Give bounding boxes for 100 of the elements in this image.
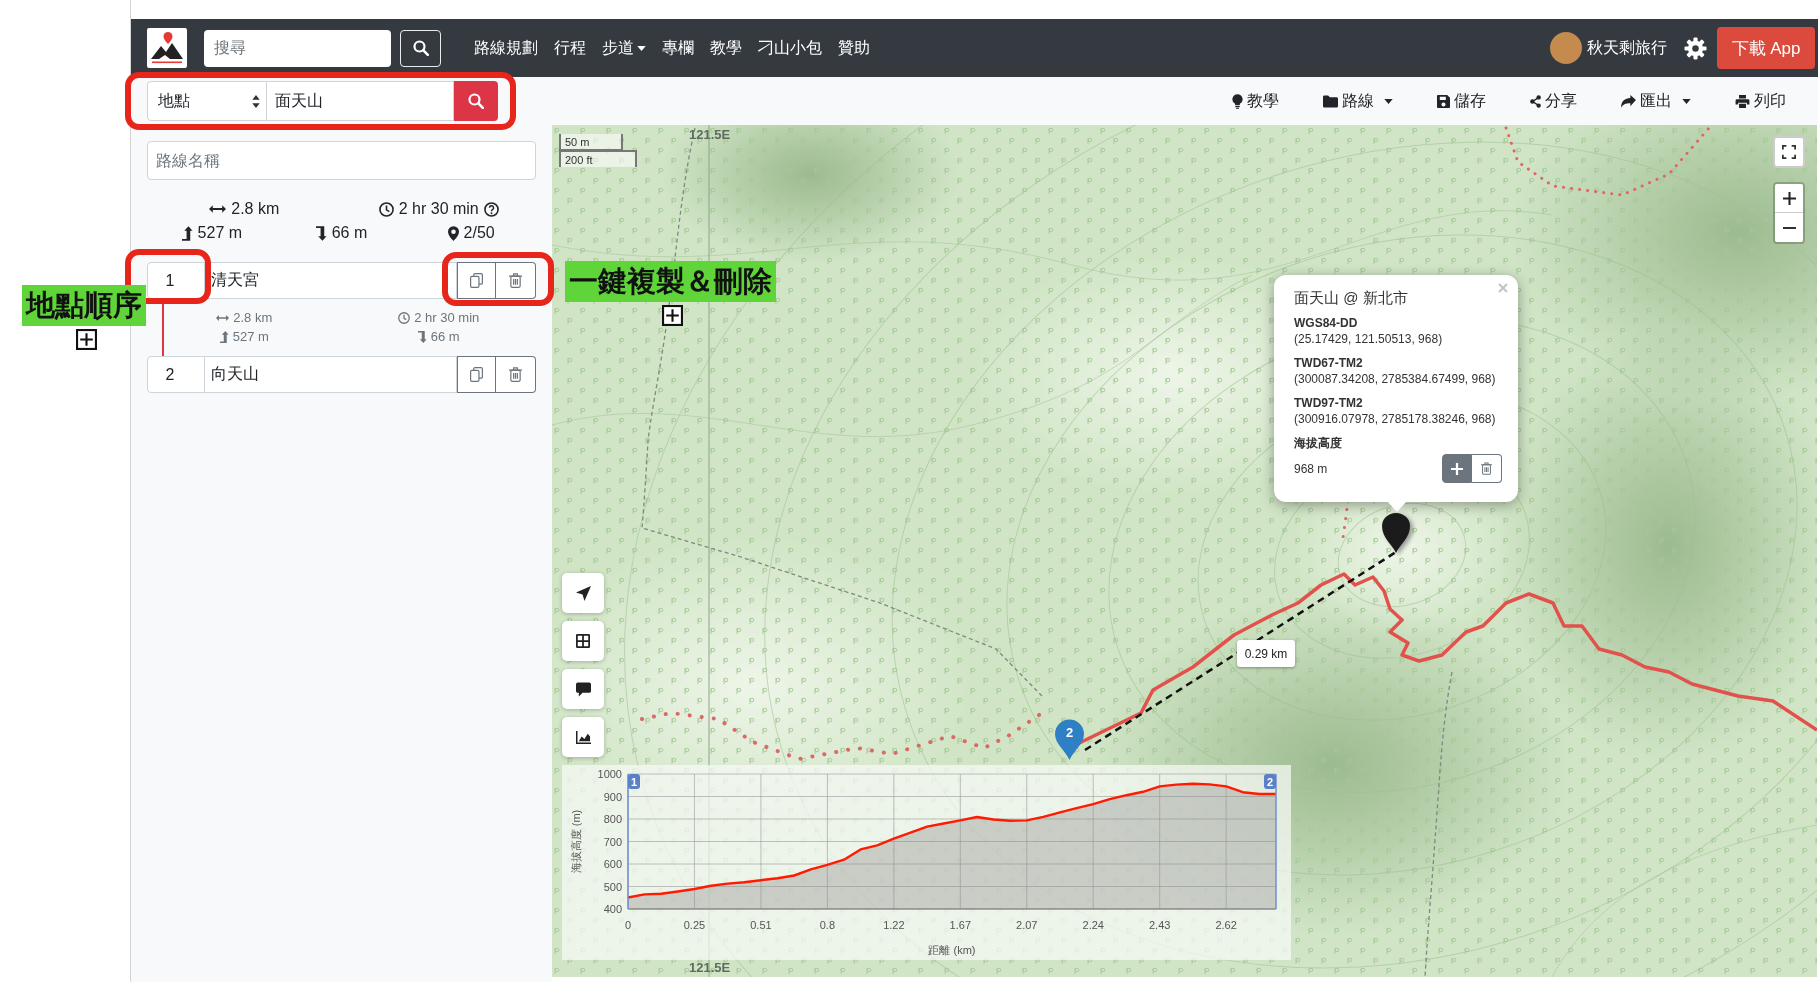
axis-tick-label: 0.25 — [683, 919, 706, 931]
segment-distance: 2.8 km — [233, 310, 273, 325]
descent-arrow-icon — [315, 225, 327, 241]
axis-title: 距離 (km) — [928, 944, 976, 956]
place-search-field[interactable]: 面天山 — [267, 81, 454, 121]
waypoint-name-field[interactable]: 向天山 — [205, 356, 457, 393]
axis-tick-label: 2.62 — [1215, 919, 1237, 931]
map-marker-icon — [447, 225, 459, 241]
copy-button[interactable] — [457, 262, 496, 299]
waypoint-flag: 1 — [627, 773, 640, 910]
graticule-label: 121.5E — [689, 127, 731, 142]
delete-button[interactable] — [1472, 454, 1502, 483]
search-field[interactable]: 搜尋 — [204, 29, 391, 67]
toolbar-button[interactable]: 列印 — [1713, 86, 1808, 116]
comment-button[interactable] — [562, 669, 604, 709]
map-pin-icon[interactable] — [1380, 511, 1412, 553]
segment-ascent: 527 m — [232, 329, 269, 344]
waypoint-number-field[interactable]: 1 — [147, 262, 205, 299]
toolbar-button[interactable]: 路線 — [1301, 86, 1415, 116]
axis-tick-label: 1.67 — [949, 919, 971, 931]
nav-link[interactable]: 路線規劃 — [466, 37, 546, 59]
scale-bar: 50 m — [559, 134, 623, 151]
waypoint-number-field[interactable]: 2 — [147, 356, 205, 393]
graticule-label: 121.5E — [689, 960, 731, 975]
delete-button[interactable] — [496, 356, 536, 393]
toolbar-button[interactable]: 匯出 — [1599, 86, 1713, 116]
nav-link[interactable]: 贊助 — [830, 37, 878, 59]
axis-tick-label: 0.8 — [819, 919, 836, 931]
caret-icon — [1682, 98, 1691, 104]
search-button[interactable] — [400, 29, 441, 67]
folder-icon — [1323, 94, 1338, 108]
axis-tick-label: 0.51 — [750, 919, 772, 931]
download-app-button[interactable]: 下載 App — [1717, 27, 1815, 69]
delete-button[interactable] — [496, 262, 536, 299]
elevation-label: 海拔高度 — [1294, 435, 1343, 451]
settings-icon[interactable] — [1684, 36, 1707, 60]
trash-icon — [509, 273, 522, 288]
axis-tick-label: 500 — [603, 880, 622, 893]
locate-button[interactable] — [562, 573, 604, 613]
grid-icon — [576, 634, 590, 648]
nav-link[interactable]: 行程 — [546, 37, 594, 59]
descent-arrow-icon — [417, 330, 427, 343]
toolbar-button[interactable]: 教學 — [1210, 86, 1301, 116]
axis-tick-label: 2.43 — [1149, 919, 1171, 931]
mountain-logo-icon[interactable] — [147, 28, 187, 68]
waypoint-flag: 2 — [1264, 773, 1277, 910]
copy-button[interactable] — [457, 356, 496, 393]
axis-tick-label: 2.07 — [1016, 919, 1038, 931]
nav-link[interactable]: 專欄 — [654, 37, 702, 59]
copy-icon — [470, 273, 483, 288]
distance-label: 0.29 km — [1237, 640, 1295, 667]
total-distance: 2.8 km — [231, 200, 280, 218]
toolbar-button[interactable]: 儲存 — [1415, 86, 1508, 116]
route-name-field[interactable]: 路線名稱 — [147, 141, 536, 180]
search-icon — [412, 40, 429, 56]
waypoint-marker[interactable]: 2 — [1054, 719, 1085, 760]
nav-link[interactable]: 刁山小包 — [750, 37, 830, 59]
lightbulb-icon — [1232, 93, 1243, 109]
plus-icon — [1451, 462, 1463, 475]
axis-tick-label: 1.22 — [883, 919, 905, 931]
printer-icon — [1735, 94, 1750, 108]
total-ascent: 527 m — [197, 224, 243, 242]
location-arrow-icon — [575, 585, 591, 601]
nav-link[interactable]: 教學 — [702, 37, 750, 59]
toolbar-button[interactable]: 分享 — [1508, 86, 1599, 116]
axis-tick-label: 2.24 — [1082, 919, 1104, 931]
plus-square-icon — [662, 305, 683, 326]
grid-button[interactable] — [562, 621, 604, 661]
elevation-chart-button[interactable] — [562, 717, 604, 757]
select-arrows-icon — [252, 94, 260, 108]
nav-link[interactable]: 步道 — [594, 37, 654, 59]
segment-descent: 66 m — [430, 329, 460, 344]
fullscreen-icon — [1782, 145, 1796, 159]
caret-icon — [637, 45, 646, 51]
zoom-out-button[interactable] — [1775, 213, 1803, 242]
axis-tick-label: 1000 — [597, 768, 622, 780]
trash-icon — [509, 367, 522, 382]
annotation-label: 地點順序 — [22, 285, 146, 326]
horizontal-arrows-icon — [216, 314, 230, 321]
search-type-select[interactable]: 地點 — [147, 81, 267, 121]
search-icon — [468, 93, 484, 109]
popup-title: 面天山 @ 新北市 — [1294, 288, 1409, 308]
total-time: 2 hr 30 min — [398, 200, 479, 218]
add-waypoint-button[interactable] — [1442, 454, 1472, 483]
user-name[interactable]: 秋天剩旅行 — [1587, 37, 1667, 59]
copy-icon — [470, 367, 483, 382]
coordinate-system-label: TWD97-TM2 — [1294, 395, 1364, 411]
axis-tick-label: 0 — [624, 919, 632, 931]
coordinate-system-label: WGS84-DD — [1294, 315, 1359, 331]
axis-tick-label: 900 — [603, 790, 622, 803]
help-icon[interactable] — [483, 201, 499, 217]
axis-tick-label: 600 — [603, 858, 622, 870]
axis-tick-label: 800 — [603, 813, 622, 825]
zoom-in-button[interactable] — [1775, 184, 1803, 213]
fullscreen-button[interactable] — [1773, 136, 1805, 168]
user-avatar[interactable] — [1550, 32, 1582, 64]
total-descent: 66 m — [331, 224, 368, 242]
scale-bar: 200 ft — [559, 150, 637, 167]
plus-icon — [1782, 191, 1796, 205]
coordinate-system-label: TWD67-TM2 — [1294, 355, 1364, 371]
